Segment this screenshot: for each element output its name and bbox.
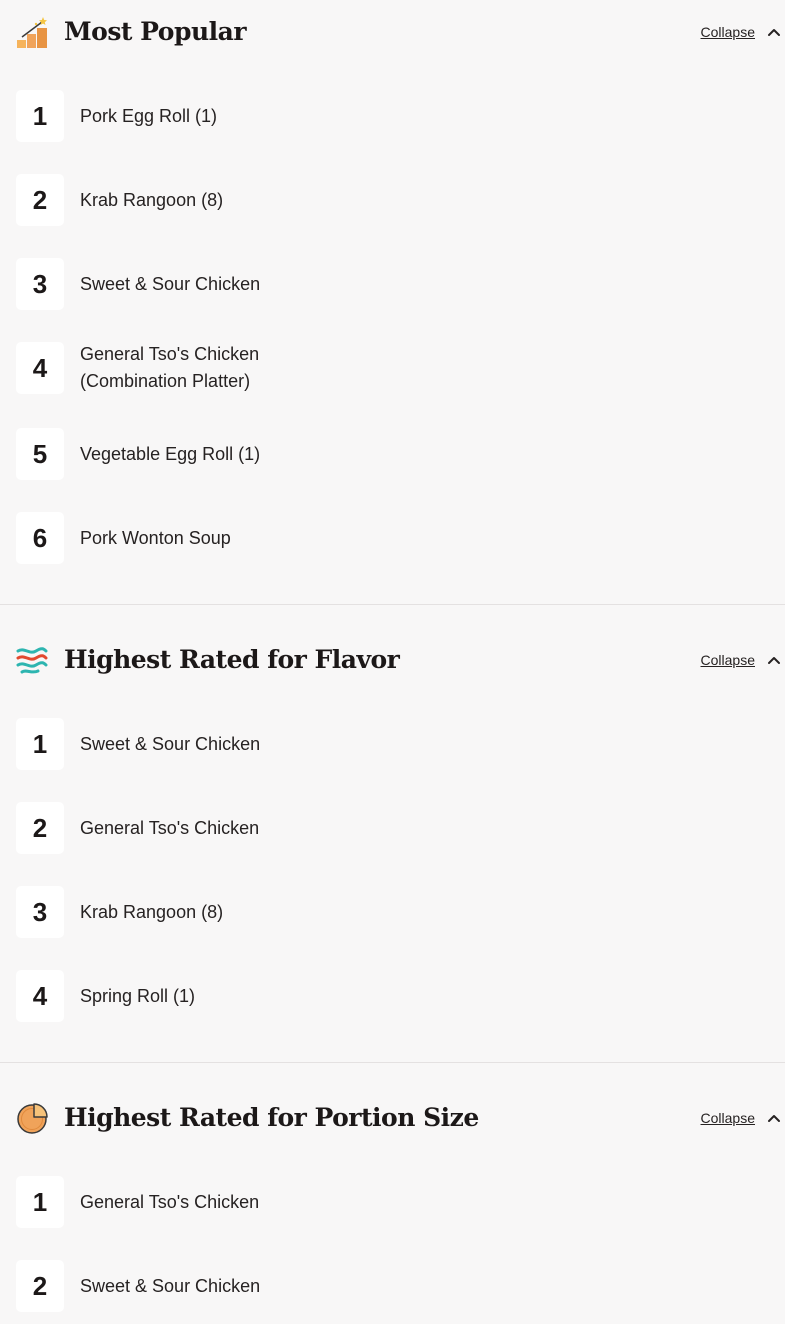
list-item[interactable]: 1 General Tso's Chicken: [0, 1176, 785, 1228]
list-item[interactable]: 3 Krab Rangoon (8): [0, 886, 785, 938]
list-item[interactable]: 4 Spring Roll (1): [0, 970, 785, 1022]
section-highest-rated-flavor: Highest Rated for Flavor Collapse 1 Swee…: [0, 628, 785, 1062]
section-header: Highest Rated for Portion Size Collapse: [0, 1086, 785, 1150]
rank-badge: 3: [16, 886, 64, 938]
item-name[interactable]: General Tso's Chicken (Combination Platt…: [80, 342, 320, 394]
rank-badge: 1: [16, 90, 64, 142]
rank-badge: 3: [16, 258, 64, 310]
rank-badge: 4: [16, 342, 64, 394]
pie-portion-icon: [16, 1102, 48, 1134]
chevron-up-icon[interactable]: [767, 653, 781, 667]
rank-badge: 6: [16, 512, 64, 564]
section-most-popular: Most Popular Collapse 1 Pork Egg Roll (1…: [0, 0, 785, 604]
item-name[interactable]: Sweet & Sour Chicken: [80, 718, 380, 770]
section-header: Highest Rated for Flavor Collapse: [0, 628, 785, 692]
item-name[interactable]: Pork Wonton Soup: [80, 512, 380, 564]
collapse-button[interactable]: Collapse: [701, 1107, 781, 1129]
rank-badge: 2: [16, 174, 64, 226]
item-name[interactable]: General Tso's Chicken: [80, 802, 380, 854]
item-name[interactable]: Pork Egg Roll (1): [80, 90, 380, 142]
item-name[interactable]: Vegetable Egg Roll (1): [80, 428, 380, 480]
item-name[interactable]: Krab Rangoon (8): [80, 886, 380, 938]
section-title: Highest Rated for Portion Size: [64, 1103, 479, 1132]
collapse-button[interactable]: Collapse: [701, 21, 781, 43]
rank-badge: 2: [16, 1260, 64, 1312]
list-item[interactable]: 2 General Tso's Chicken: [0, 802, 785, 854]
list-item[interactable]: 2 Krab Rangoon (8): [0, 174, 785, 226]
list-item[interactable]: 2 Sweet & Sour Chicken: [0, 1260, 785, 1312]
section-highest-rated-portion: Highest Rated for Portion Size Collapse …: [0, 1086, 785, 1324]
item-name[interactable]: Krab Rangoon (8): [80, 174, 380, 226]
section-divider: [0, 1062, 785, 1063]
item-name[interactable]: Sweet & Sour Chicken: [80, 258, 380, 310]
page: Most Popular Collapse 1 Pork Egg Roll (1…: [0, 0, 785, 1324]
list-item[interactable]: 3 Sweet & Sour Chicken: [0, 258, 785, 310]
item-name[interactable]: General Tso's Chicken: [80, 1176, 380, 1228]
flavor-waves-icon: [16, 644, 48, 676]
collapse-button[interactable]: Collapse: [701, 649, 781, 671]
chevron-up-icon[interactable]: [767, 25, 781, 39]
rank-badge: 5: [16, 428, 64, 480]
rank-badge: 1: [16, 718, 64, 770]
rank-badge: 4: [16, 970, 64, 1022]
chevron-up-icon[interactable]: [767, 1111, 781, 1125]
list-item[interactable]: 1 Pork Egg Roll (1): [0, 90, 785, 142]
list-item[interactable]: 6 Pork Wonton Soup: [0, 512, 785, 564]
list-item[interactable]: 4 General Tso's Chicken (Combination Pla…: [0, 342, 785, 394]
collapse-label[interactable]: Collapse: [701, 24, 755, 40]
item-name[interactable]: Spring Roll (1): [80, 970, 380, 1022]
collapse-label[interactable]: Collapse: [701, 652, 755, 668]
section-header: Most Popular Collapse: [0, 0, 785, 64]
rank-badge: 1: [16, 1176, 64, 1228]
section-divider: [0, 604, 785, 605]
list-item[interactable]: 5 Vegetable Egg Roll (1): [0, 428, 785, 480]
item-name[interactable]: Sweet & Sour Chicken: [80, 1260, 380, 1312]
collapse-label[interactable]: Collapse: [701, 1110, 755, 1126]
section-title: Highest Rated for Flavor: [64, 645, 400, 674]
podium-stars-icon: [16, 16, 48, 48]
list-item[interactable]: 1 Sweet & Sour Chicken: [0, 718, 785, 770]
section-title: Most Popular: [64, 17, 247, 46]
rank-badge: 2: [16, 802, 64, 854]
